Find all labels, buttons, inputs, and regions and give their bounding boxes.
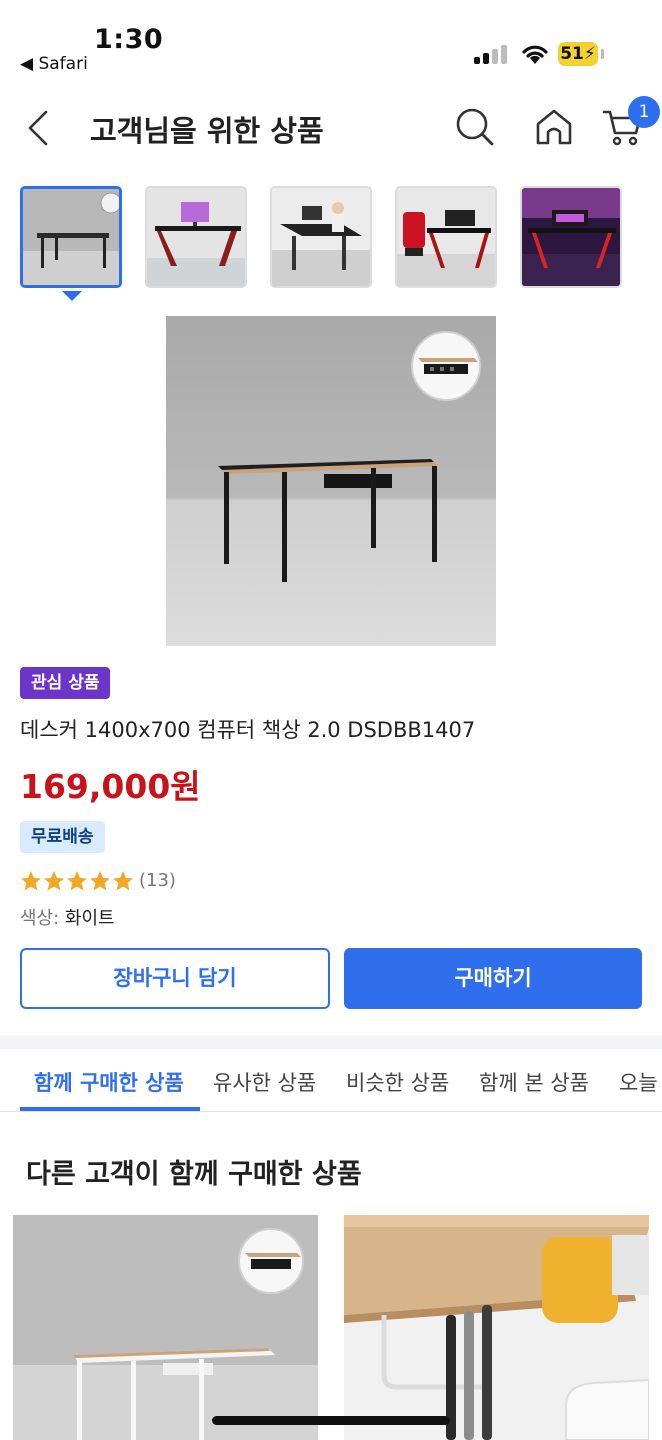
status-bar: 1:30 ◀ Safari 51⚡ [0,0,662,86]
desk-illustration [218,331,481,582]
battery-level: 51 [560,44,584,64]
thumbnail-1[interactable] [20,186,122,288]
tab-bought-together[interactable]: 함께 구매한 상품 [34,1067,184,1097]
thumbnail-4[interactable] [395,186,497,288]
home-indicator[interactable] [212,1416,450,1425]
free-shipping-badge: 무료배송 [20,821,105,853]
back-arrow-icon[interactable] [24,108,54,148]
cart-count-badge: 1 [628,96,660,128]
product-price: 169,000원 [20,767,201,806]
star-icon [67,871,87,891]
page-title: 고객님을 위한 상품 [90,114,324,148]
color-value: 화이트 [64,908,115,929]
interest-badge: 관심 상품 [20,667,111,699]
top-nav-bar: 고객님을 위한 상품 [0,94,662,160]
add-to-cart-button[interactable]: 장바구니 담기 [20,948,330,1009]
tab-viewed-together[interactable]: 함께 본 상품 [479,1067,589,1097]
toothbrush-holder-image [344,1215,649,1440]
review-count[interactable]: (13) [139,870,176,891]
wifi-icon [522,45,548,64]
recommended-product-card-2[interactable] [344,1215,649,1440]
white-desk-image [13,1215,318,1440]
star-icon [44,871,64,891]
star-icon [90,871,110,891]
gaming-desk-thumbnail-image [147,188,245,286]
star-icon [21,871,41,891]
search-icon[interactable] [454,106,496,148]
star-icon [113,871,133,891]
back-to-safari-link[interactable]: ◀ Safari [20,54,88,74]
recommendation-tabs: 함께 구매한 상품 유사한 상품 비슷한 상품 함께 본 상품 오늘 [0,1049,662,1112]
selected-thumbnail-pointer [62,291,82,301]
cellular-signal-icon [474,44,508,64]
desk-thumbnail-image [23,189,119,285]
rating-stars [20,870,136,896]
thumbnail-strip [20,186,650,294]
thumbnail-3[interactable] [270,186,372,288]
lshape-desk-thumbnail-image [272,188,370,286]
product-main-image[interactable] [166,316,496,646]
thumbnail-2[interactable] [145,186,247,288]
active-tab-indicator [20,1107,200,1111]
buy-now-button[interactable]: 구매하기 [344,948,642,1009]
red-chair-desk-thumbnail-image [397,188,495,286]
section-title: 다른 고객이 함께 구매한 상품 [26,1159,362,1190]
thumbnail-5[interactable] [520,186,622,288]
color-option: 색상: 화이트 [20,904,115,930]
tab-similar-items[interactable]: 유사한 상품 [213,1067,316,1097]
home-icon[interactable] [534,106,574,148]
status-time: 1:30 [94,24,164,55]
section-divider [0,1035,662,1049]
recommended-product-card-1[interactable] [13,1215,318,1440]
battery-tip [601,49,604,59]
product-name: 데스커 1400x700 컴퓨터 책상 2.0 DSDBB1407 [20,718,476,742]
tab-today[interactable]: 오늘 [619,1067,658,1097]
battery-icon: 51⚡ [558,42,598,66]
color-label: 색상: [20,908,60,929]
neon-desk-thumbnail-image [522,188,620,286]
tab-alike-items[interactable]: 비슷한 상품 [346,1067,449,1097]
